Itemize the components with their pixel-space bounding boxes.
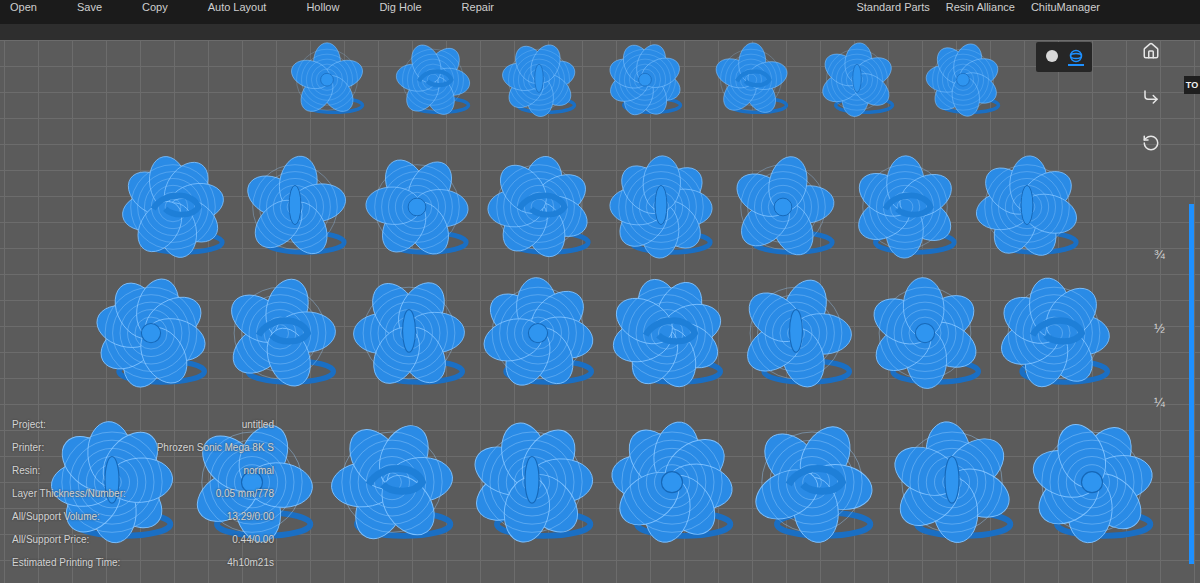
toolbar-button[interactable]: ChituManager <box>1031 1 1100 14</box>
toolbar-right: Standard Parts Resin Alliance ChituManager <box>856 1 1100 14</box>
model-3d[interactable] <box>216 270 344 394</box>
info-value: 4h10m21s <box>227 556 274 569</box>
model-3d[interactable] <box>602 148 720 264</box>
model-layout <box>0 24 1200 562</box>
info-label: Resin: <box>12 464 40 477</box>
solid-sphere-icon <box>1045 49 1059 63</box>
model-3d[interactable] <box>462 400 602 562</box>
viewport[interactable]: Project: untitled Printer: Phrozen Sonic Me… <box>0 24 1200 583</box>
model-row <box>4 400 1200 562</box>
info-row: All/Support Price: 0.44/0.00 <box>12 533 274 546</box>
model-3d[interactable] <box>493 40 585 118</box>
model-3d[interactable] <box>732 270 860 394</box>
toolbar-button[interactable]: Open <box>10 1 37 14</box>
slicer-app: Open Save Copy Auto Layout Hollow Dig Hole Rep… <box>0 0 1200 583</box>
info-row: Estimated Printing Time: 4h10m21s <box>12 556 274 569</box>
toolbar-button[interactable]: Dig Hole <box>379 1 421 14</box>
toolbar-button[interactable]: Save <box>77 1 102 14</box>
layer-slider[interactable] <box>1189 204 1194 564</box>
model-3d[interactable] <box>811 40 903 118</box>
info-row: Project: untitled <box>12 418 274 431</box>
home-icon[interactable] <box>1142 42 1160 60</box>
model-3d[interactable] <box>603 270 731 394</box>
project-info: Project: untitled Printer: Phrozen Sonic Me… <box>12 418 274 569</box>
toolbar-button[interactable]: Auto Layout <box>208 1 267 14</box>
model-row <box>90 40 1200 118</box>
top-toolbar: Open Save Copy Auto Layout Hollow Dig Hole Rep… <box>0 0 1200 24</box>
slider-tick: ¼ <box>1154 394 1165 412</box>
model-3d[interactable] <box>861 270 989 394</box>
info-value: 0.05 mm/778 <box>216 487 274 500</box>
toolbar-button[interactable]: Standard Parts <box>856 1 929 14</box>
model-3d[interactable] <box>742 400 882 562</box>
info-value: 13.29/0.00 <box>227 510 274 523</box>
info-value: Phrozen Sonic Mega 8K S <box>157 441 274 454</box>
model-3d[interactable] <box>345 270 473 394</box>
model-3d[interactable] <box>474 270 602 394</box>
view-mode-toggle <box>1036 42 1092 72</box>
slider-ticks: ¾ ½ ¼ <box>1154 246 1165 412</box>
model-3d[interactable] <box>114 148 232 264</box>
toolbar-button[interactable]: Resin Alliance <box>946 1 1015 14</box>
toolbar-button[interactable]: Hollow <box>306 1 339 14</box>
model-3d[interactable] <box>87 270 215 394</box>
wireframe-sphere-icon <box>1069 49 1083 63</box>
model-3d[interactable] <box>281 40 373 118</box>
info-label: Estimated Printing Time: <box>12 556 120 569</box>
view-tools <box>1142 42 1160 152</box>
info-row: Printer: Phrozen Sonic Mega 8K S <box>12 441 274 454</box>
model-3d[interactable] <box>236 148 354 264</box>
slider-tick: ½ <box>1154 320 1165 338</box>
info-value: 0.44/0.00 <box>232 533 274 546</box>
slider-tick: ¾ <box>1154 246 1165 264</box>
info-label: Project: <box>12 418 46 431</box>
model-3d[interactable] <box>990 270 1118 394</box>
info-value: normal <box>243 464 274 477</box>
toolbar-button[interactable]: Repair <box>462 1 494 14</box>
model-3d[interactable] <box>599 40 691 118</box>
layer-slider-fill <box>1189 204 1194 564</box>
info-row: All/Support Volume: 13.29/0.00 <box>12 510 274 523</box>
model-3d[interactable] <box>480 148 598 264</box>
side-tab[interactable]: TO <box>1184 76 1200 94</box>
model-3d[interactable] <box>882 400 1022 562</box>
model-3d[interactable] <box>968 148 1086 264</box>
info-label: All/Support Price: <box>12 533 89 546</box>
model-row <box>0 148 1200 264</box>
arrow-icon[interactable] <box>1142 88 1160 106</box>
view-mode-button[interactable] <box>1068 48 1084 66</box>
info-row: Layer Thickness/Number: 0.05 mm/778 <box>12 487 274 500</box>
info-label: Printer: <box>12 441 44 454</box>
model-3d[interactable] <box>917 40 1009 118</box>
model-3d[interactable] <box>358 148 476 264</box>
model-3d[interactable] <box>322 400 462 562</box>
model-row <box>4 270 1200 394</box>
toolbar-left: Open Save Copy Auto Layout Hollow Dig Hole Rep… <box>10 1 494 14</box>
model-3d[interactable] <box>724 148 842 264</box>
model-3d[interactable] <box>1022 400 1162 562</box>
info-label: All/Support Volume: <box>12 510 100 523</box>
model-3d[interactable] <box>705 40 797 118</box>
info-label: Layer Thickness/Number: <box>12 487 126 500</box>
info-value: untitled <box>242 418 274 431</box>
view-mode-button[interactable] <box>1044 48 1060 66</box>
toolbar-button[interactable]: Copy <box>142 1 168 14</box>
model-3d[interactable] <box>846 148 964 264</box>
model-3d[interactable] <box>602 400 742 562</box>
model-3d[interactable] <box>387 40 479 118</box>
info-row: Resin: normal <box>12 464 274 477</box>
rotate-icon[interactable] <box>1142 134 1160 152</box>
